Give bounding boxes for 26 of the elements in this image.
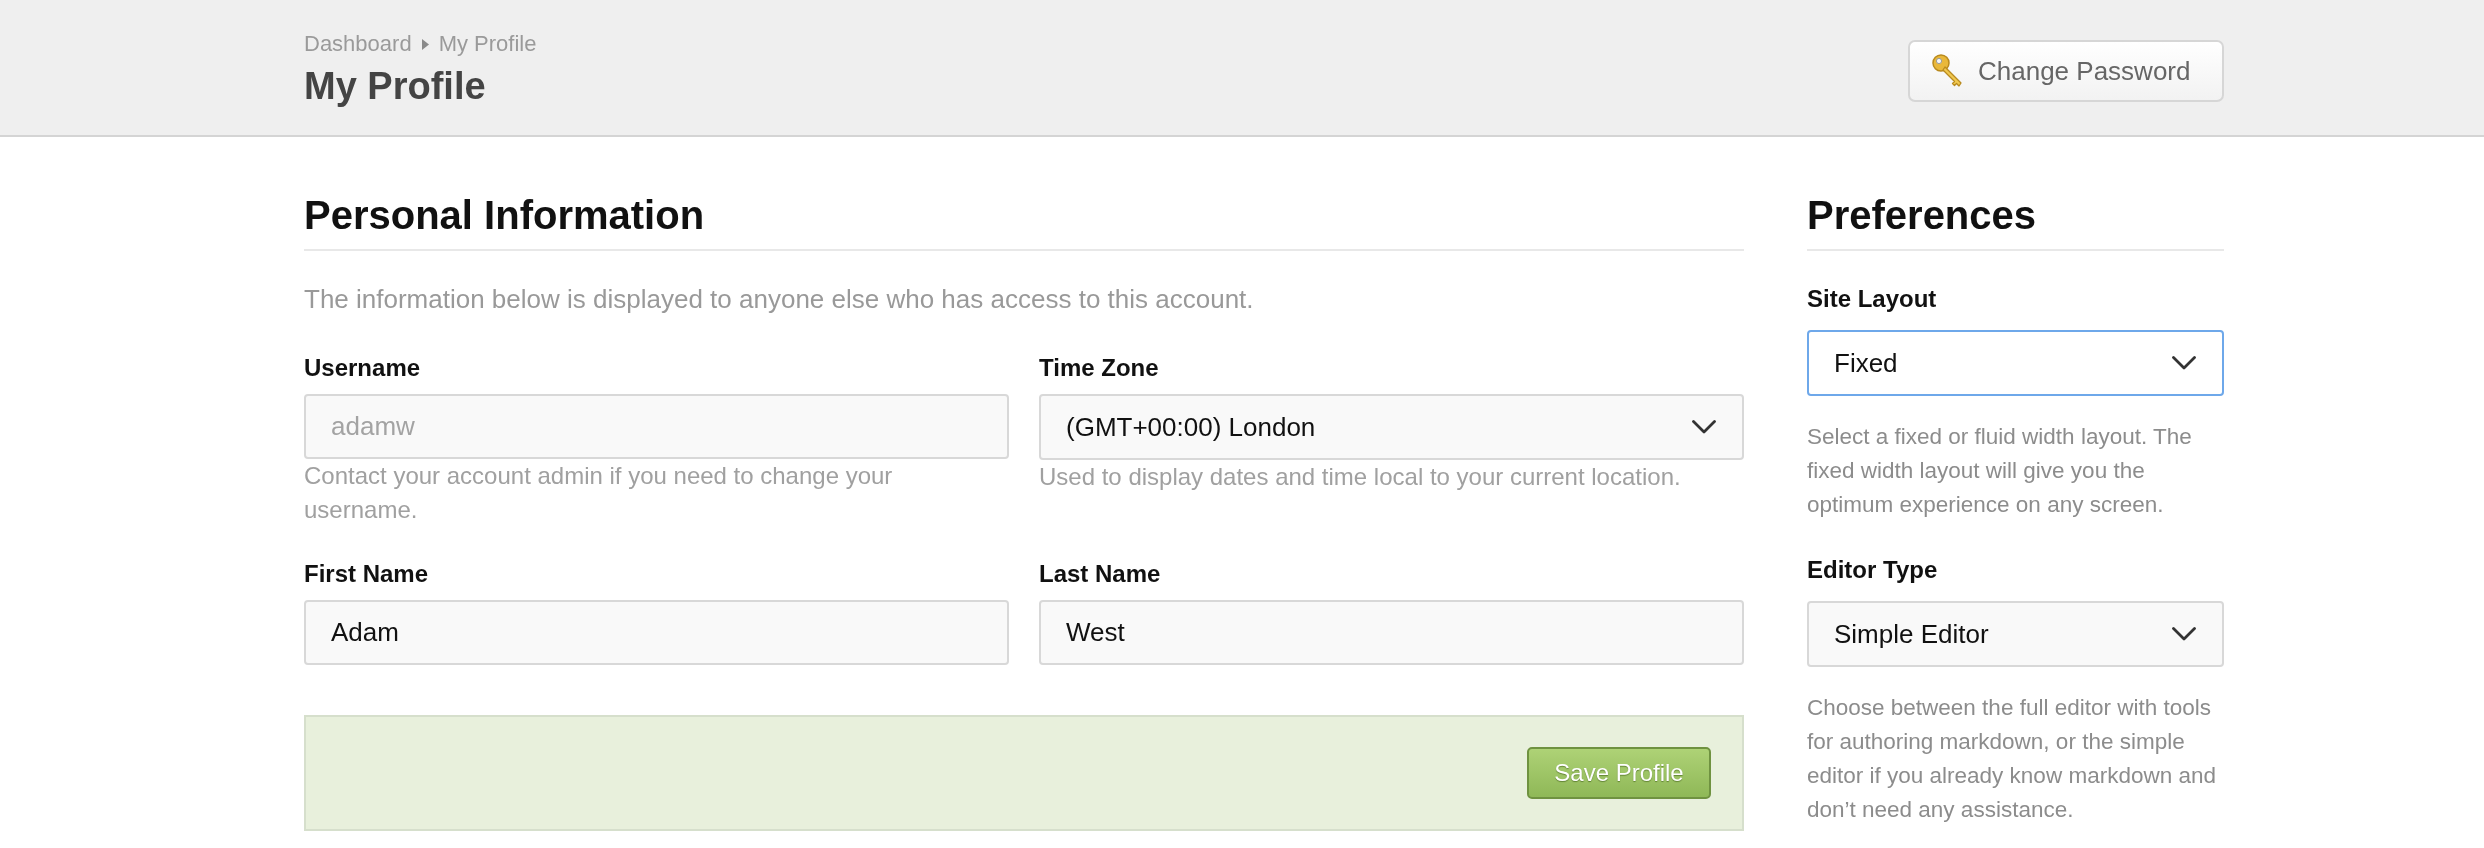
help-text: Choose between the full editor with tools for authoring markdown, or the simple editor if you already know markdown and don’t need any assistance. — [1807, 694, 2217, 824]
select-dropdown[interactable]: Simple Editor — [1807, 601, 2224, 667]
select-dropdown[interactable]: (GMT+00:00) London — [1039, 394, 1744, 460]
change-password-button[interactable]: Change Password — [1908, 40, 2224, 102]
help-text: Contact your account admin if you need to change your username. — [304, 461, 894, 525]
text-input[interactable]: Adam — [304, 600, 1009, 665]
text-input[interactable]: West — [1039, 600, 1744, 665]
select-dropdown[interactable]: Fixed — [1807, 330, 2224, 396]
help-text: Used to display dates and time local to your current location. — [1039, 462, 1681, 492]
breadcrumb-item: My Profile — [438, 30, 537, 58]
field-label: Last Name — [1039, 559, 1161, 589]
field-label: Site Layout — [1807, 284, 1937, 314]
field-label: Time Zone — [1039, 353, 1159, 383]
field-label: Username — [304, 353, 421, 383]
field-label: Editor Type — [1807, 555, 1938, 585]
chevron-down-icon — [2172, 627, 2196, 641]
chevron-down-icon — [2172, 356, 2196, 370]
key-icon — [1932, 54, 1964, 88]
chevron-down-icon — [1692, 420, 1716, 434]
section-heading: Preferences — [1807, 192, 2037, 239]
caret-right-icon — [421, 38, 429, 50]
help-text: Select a fixed or fluid width layout. The fixed width layout will give you the optimum experience on any screen. — [1807, 423, 2193, 519]
section-description: The information below is displayed to anyone else who has access to this account. — [304, 283, 1254, 316]
field-label: First Name — [304, 559, 429, 589]
section-heading: Personal Information — [304, 192, 705, 239]
page-title: My Profile — [304, 64, 486, 108]
